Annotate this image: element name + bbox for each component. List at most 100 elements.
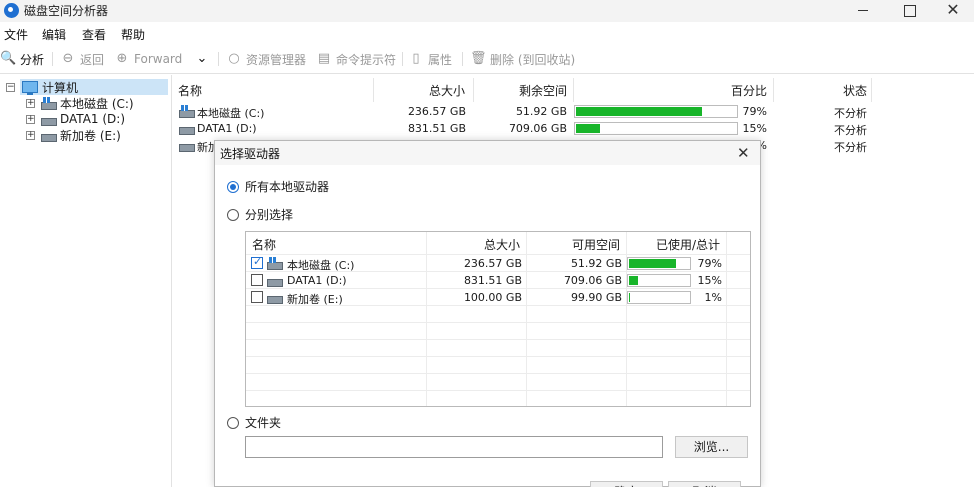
- column-separator[interactable]: [773, 78, 774, 102]
- menu-edit[interactable]: 编辑: [42, 26, 66, 43]
- cmd-button[interactable]: ▤ 命令提示符: [316, 50, 396, 68]
- usage-bar-fill: [629, 276, 638, 285]
- row-name: DATA1 (D:): [197, 122, 257, 135]
- column-separator[interactable]: [473, 78, 474, 102]
- row-status: 不分析: [834, 107, 867, 120]
- radio-folder[interactable]: [227, 416, 239, 429]
- drive-row[interactable]: DATA1 (D:) 831.51 GB 709.06 GB 15%: [246, 272, 750, 289]
- folder-tree: − 计算机 + 本地磁盘 (C:) + DATA1 (D:) + 新加卷 (E:…: [0, 75, 172, 487]
- column-separator[interactable]: [871, 78, 872, 102]
- drive-percent: 15%: [697, 274, 722, 287]
- cmd-label: 命令提示符: [336, 52, 397, 67]
- expand-icon[interactable]: +: [26, 98, 35, 108]
- browse-button[interactable]: 浏览...: [675, 436, 748, 458]
- tree-item-label: DATA1 (D:): [60, 112, 126, 126]
- column-separator[interactable]: [373, 78, 374, 102]
- row-percent: 79%: [742, 105, 767, 118]
- menu-file[interactable]: 文件: [4, 26, 28, 43]
- tree-item-drive-d[interactable]: + DATA1 (D:): [26, 111, 125, 127]
- drive-checkbox[interactable]: [251, 274, 263, 286]
- col-free[interactable]: 可用空间: [572, 236, 620, 253]
- row-total: 236.57 GB: [407, 105, 466, 118]
- dialog-title: 选择驱动器: [220, 147, 281, 161]
- col-total[interactable]: 总大小: [484, 236, 520, 253]
- usage-bar-fill: [576, 107, 703, 116]
- menu-help[interactable]: 帮助: [121, 26, 145, 43]
- menu-bar: 文件 编辑 查看 帮助: [0, 22, 974, 44]
- explorer-button[interactable]: ○ 资源管理器: [226, 50, 306, 68]
- option-folder-label: 文件夹: [245, 416, 282, 430]
- column-name[interactable]: 名称: [178, 82, 202, 99]
- analyze-button[interactable]: 🔍 分析: [0, 50, 44, 68]
- row-free: 709.06 GB: [508, 122, 567, 135]
- drive-icon: [178, 122, 195, 135]
- column-status[interactable]: 状态: [843, 82, 867, 99]
- option-select-drives[interactable]: 分别选择: [227, 206, 293, 223]
- ok-button[interactable]: 确定: [590, 481, 663, 487]
- delete-label: 删除 (到回收站): [490, 52, 576, 67]
- explorer-label: 资源管理器: [246, 52, 307, 67]
- collapse-icon[interactable]: −: [6, 82, 15, 92]
- usage-bar-fill: [576, 124, 600, 133]
- folder-path-input[interactable]: [245, 436, 663, 458]
- column-total[interactable]: 总大小: [429, 82, 465, 99]
- list-header: 名称 总大小 剩余空间 百分比 状态: [173, 75, 873, 103]
- radio-select-drives[interactable]: [227, 208, 239, 221]
- row-total: 831.51 GB: [407, 122, 466, 135]
- terminal-icon: ▤: [317, 51, 331, 66]
- grid-line: [246, 339, 750, 340]
- drive-select-table: 名称 总大小 可用空间 已使用/总计 本地磁盘 (C:) 236.57 GB 5…: [245, 231, 751, 407]
- drive-total: 831.51 GB: [463, 274, 522, 287]
- option-select-label: 分别选择: [245, 208, 294, 222]
- properties-icon: ▯: [412, 51, 420, 66]
- grid-line: [246, 356, 750, 357]
- toolbar-separator: [462, 52, 463, 66]
- col-used[interactable]: 已使用/总计: [656, 236, 720, 253]
- drive-row[interactable]: 新加卷 (E:) 100.00 GB 99.90 GB 1%: [246, 289, 750, 306]
- column-free[interactable]: 剩余空间: [519, 82, 567, 99]
- column-separator[interactable]: [573, 78, 574, 102]
- grid-line: [246, 373, 750, 374]
- col-name[interactable]: 名称: [252, 236, 276, 253]
- drive-total: 100.00 GB: [463, 291, 522, 304]
- expand-icon[interactable]: +: [26, 130, 35, 140]
- forward-button[interactable]: ⊕ Forward: [114, 50, 183, 68]
- column-percent[interactable]: 百分比: [731, 82, 767, 99]
- drive-checkbox[interactable]: [251, 255, 263, 269]
- toolbar: 🔍 分析 ⊖ 返回 ⊕ Forward ⌄ ○ 资源管理器 ▤ 命令提示符 ▯ …: [0, 44, 974, 74]
- minimize-button[interactable]: [840, 0, 886, 22]
- expand-icon[interactable]: +: [26, 114, 35, 124]
- list-row[interactable]: 本地磁盘 (C:) 236.57 GB 51.92 GB 79% 不分析: [173, 103, 873, 120]
- row-percent: 15%: [742, 122, 767, 135]
- properties-button[interactable]: ▯ 属性: [408, 50, 452, 68]
- tree-selection: 计算机: [20, 79, 168, 95]
- back-button[interactable]: ⊖ 返回: [60, 50, 104, 68]
- usage-bar: [574, 105, 738, 118]
- history-dropdown-button[interactable]: ⌄: [194, 50, 210, 68]
- cancel-button[interactable]: 取消: [668, 481, 741, 487]
- drive-row[interactable]: 本地磁盘 (C:) 236.57 GB 51.92 GB 79%: [246, 255, 750, 272]
- tree-item-drive-c[interactable]: + 本地磁盘 (C:): [26, 95, 134, 111]
- drive-icon: [266, 291, 283, 304]
- drive-table-header: 名称 总大小 可用空间 已使用/总计: [246, 232, 750, 254]
- drive-checkbox[interactable]: [251, 291, 263, 303]
- menu-view[interactable]: 查看: [82, 26, 106, 43]
- list-row[interactable]: DATA1 (D:) 831.51 GB 709.06 GB 15% 不分析: [173, 120, 873, 137]
- dialog-close-icon[interactable]: ✕: [737, 144, 750, 162]
- option-all-drives[interactable]: 所有本地驱动器: [227, 178, 329, 195]
- option-folder[interactable]: 文件夹: [227, 414, 281, 431]
- title-bar: 磁盘空间分析器 ✕: [0, 0, 974, 22]
- radio-all-drives[interactable]: [227, 180, 239, 193]
- forward-label: Forward: [134, 52, 183, 66]
- drive-total: 236.57 GB: [463, 257, 522, 270]
- toolbar-separator: [402, 52, 403, 66]
- forward-arrow-icon: ⊕: [116, 51, 128, 66]
- tree-item-computer[interactable]: − 计算机: [6, 79, 168, 95]
- drive-icon: [40, 129, 57, 142]
- explorer-search-icon: ○: [228, 51, 240, 66]
- maximize-button[interactable]: [886, 0, 932, 22]
- delete-button[interactable]: 🗑 删除 (到回收站): [470, 50, 575, 68]
- tree-item-drive-e[interactable]: + 新加卷 (E:): [26, 127, 121, 143]
- close-button[interactable]: ✕: [930, 0, 974, 22]
- row-status: 不分析: [834, 124, 867, 137]
